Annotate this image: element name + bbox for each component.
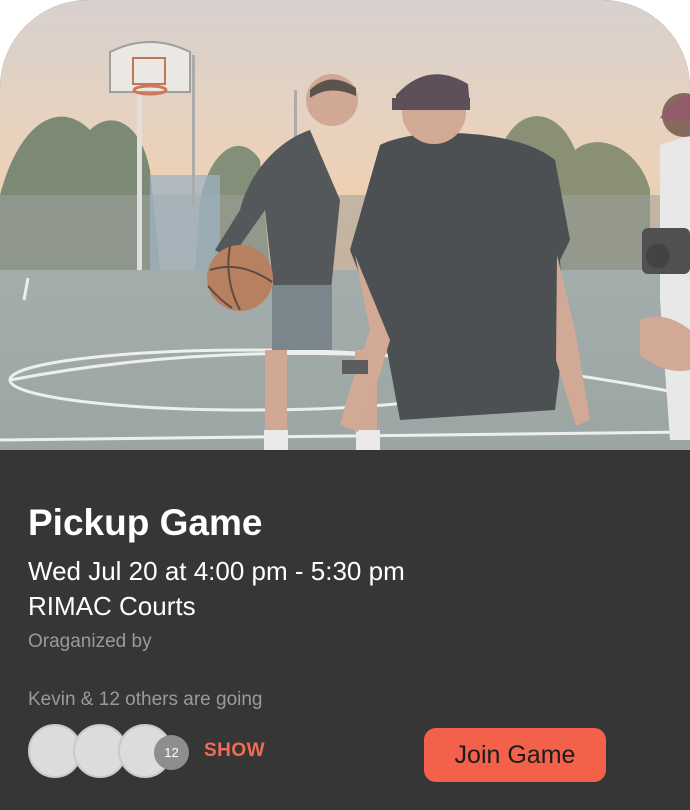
- attendees-summary: Kevin & 12 others are going: [28, 689, 263, 710]
- attendee-avatars[interactable]: 12: [28, 724, 198, 780]
- event-location: RIMAC Courts: [28, 591, 196, 621]
- extra-attendees-badge: 12: [154, 735, 189, 770]
- show-attendees-link[interactable]: SHOW: [204, 740, 265, 762]
- organizer-label: Oraganized by: [28, 631, 152, 652]
- event-title: Pickup Game: [28, 502, 263, 543]
- basketball-court-photo: [0, 0, 690, 450]
- event-card: Pickup Game Wed Jul 20 at 4:00 pm - 5:30…: [0, 0, 690, 810]
- event-hero-image: [0, 0, 690, 450]
- join-game-button[interactable]: Join Game: [424, 728, 606, 782]
- event-datetime: Wed Jul 20 at 4:00 pm - 5:30 pm: [28, 556, 405, 586]
